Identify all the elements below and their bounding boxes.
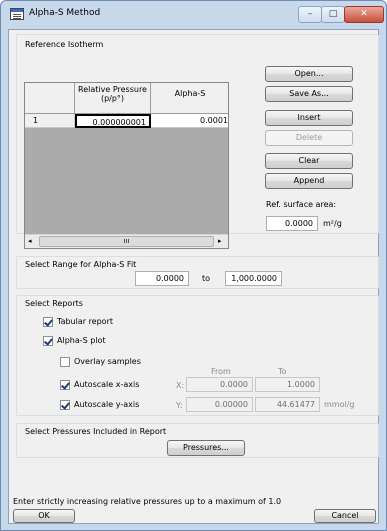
- pressures-button[interactable]: Pressures...: [167, 440, 245, 456]
- tabular-report-label[interactable]: Tabular report: [57, 317, 113, 326]
- reference-isotherm-title: Reference Isotherm: [25, 40, 104, 49]
- maximize-button[interactable]: □: [321, 6, 345, 23]
- grid-corner-header: [25, 83, 75, 114]
- select-reports-group: Select Reports Tabular report Alpha-S pl…: [16, 295, 379, 416]
- alpha-s-range-group: Select Range for Alpha-S Fit 0.0000 to 1…: [16, 256, 379, 289]
- clear-button[interactable]: Clear: [265, 153, 353, 169]
- autoscale-x-label[interactable]: Autoscale x-axis: [74, 380, 139, 389]
- grid-header-alpha-s[interactable]: Alpha-S: [151, 83, 228, 114]
- grid-cell-pressure[interactable]: 0.000000001: [75, 114, 151, 128]
- open-button[interactable]: Open...: [265, 66, 353, 82]
- to-column-header: To: [278, 367, 287, 376]
- autoscale-x-checkbox[interactable]: [60, 380, 70, 390]
- tabular-report-checkbox[interactable]: [43, 317, 53, 327]
- y-axis-label: Y:: [176, 401, 183, 410]
- ref-surface-area-input[interactable]: 0.0000: [266, 216, 318, 231]
- range-from-input[interactable]: 0.0000: [135, 271, 189, 286]
- range-to-label: to: [202, 274, 211, 283]
- range-to-input[interactable]: 1,000.0000: [225, 271, 282, 286]
- title-bar[interactable]: Alpha-S Method – □ ✕: [1, 1, 386, 29]
- alpha-s-plot-checkbox[interactable]: [43, 336, 53, 346]
- x-axis-label: X:: [176, 381, 185, 390]
- select-reports-title: Select Reports: [25, 299, 83, 308]
- x-axis-to-input[interactable]: 1.0000: [255, 377, 320, 392]
- scroll-grip-icon: ııı: [123, 237, 130, 245]
- overlay-samples-checkbox[interactable]: [60, 357, 70, 367]
- insert-button[interactable]: Insert: [265, 110, 353, 126]
- alpha-s-method-dialog: Alpha-S Method – □ ✕ Reference Isotherm …: [0, 0, 387, 531]
- from-column-header: From: [211, 367, 231, 376]
- y-axis-unit: mmol/g: [324, 400, 355, 409]
- status-text: Enter strictly increasing relative press…: [13, 497, 282, 506]
- scroll-left-arrow-icon[interactable]: ◂: [28, 237, 32, 245]
- cancel-button[interactable]: Cancel: [314, 509, 376, 523]
- grid-row-header[interactable]: 1: [25, 114, 75, 128]
- close-button[interactable]: ✕: [344, 6, 384, 23]
- alpha-s-plot-label[interactable]: Alpha-S plot: [57, 336, 106, 345]
- window-app-icon: [10, 8, 24, 20]
- x-axis-from-input[interactable]: 0.0000: [186, 377, 253, 392]
- dialog-client-area: Reference Isotherm Relative Pressure (p/…: [8, 29, 379, 524]
- reference-isotherm-group: Reference Isotherm Relative Pressure (p/…: [16, 34, 379, 249]
- y-axis-to-input[interactable]: 44.61477: [255, 397, 320, 412]
- autoscale-y-label[interactable]: Autoscale y-axis: [74, 400, 139, 409]
- y-axis-from-input[interactable]: 0.00000: [186, 397, 253, 412]
- overlay-samples-label[interactable]: Overlay samples: [74, 357, 141, 366]
- pressures-group: Select Pressures Included in Report Pres…: [16, 423, 379, 458]
- ref-surface-area-unit: m²/g: [323, 219, 342, 228]
- scroll-right-arrow-icon[interactable]: ▸: [218, 237, 222, 245]
- window-title: Alpha-S Method: [29, 8, 101, 18]
- minimize-button[interactable]: –: [298, 6, 322, 23]
- autoscale-y-checkbox[interactable]: [60, 400, 70, 410]
- grid-horizontal-scrollbar[interactable]: ◂ ııı ▸: [25, 234, 228, 248]
- pressures-title: Select Pressures Included in Report: [25, 427, 167, 436]
- scroll-thumb[interactable]: ııı: [39, 236, 214, 247]
- ref-surface-area-label: Ref. surface area:: [266, 200, 337, 209]
- ok-button[interactable]: OK: [13, 509, 75, 523]
- delete-button[interactable]: Delete: [265, 130, 353, 146]
- save-as-button[interactable]: Save As...: [265, 86, 353, 102]
- grid-header-relative-pressure[interactable]: Relative Pressure (p/p°): [75, 83, 151, 114]
- append-button[interactable]: Append: [265, 173, 353, 189]
- isotherm-grid[interactable]: Relative Pressure (p/p°) Alpha-S 1 0.000…: [24, 82, 229, 249]
- grid-cell-alpha[interactable]: 0.0001: [151, 114, 228, 128]
- alpha-s-range-title: Select Range for Alpha-S Fit: [25, 260, 137, 269]
- grid-header-relative-pressure-label: Relative Pressure (p/p°): [78, 85, 147, 103]
